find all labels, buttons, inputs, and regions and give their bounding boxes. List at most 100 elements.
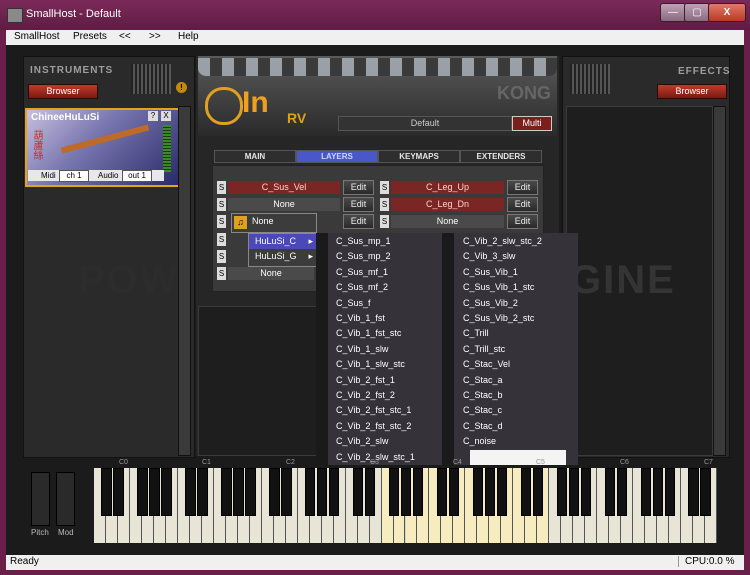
layer-solo-button[interactable]: S	[380, 181, 389, 194]
black-key[interactable]	[101, 468, 112, 516]
layer-solo-button[interactable]: S	[217, 233, 226, 246]
layer-edit-button[interactable]: Edit	[507, 180, 538, 195]
layer-dropdown-header[interactable]: ♫ None	[231, 213, 317, 233]
black-key[interactable]	[185, 468, 196, 516]
sample-list-item[interactable]: C_Stac_b	[463, 390, 503, 400]
multi-button[interactable]: Multi	[512, 116, 552, 131]
close-button[interactable]: X	[708, 3, 746, 22]
sample-list-item[interactable]: C_Vib_1_fst_stc	[336, 328, 401, 338]
slot-close-button[interactable]: X	[161, 111, 171, 121]
sample-list-item[interactable]: C_Vib_2_fst_1	[336, 375, 395, 385]
black-key[interactable]	[568, 468, 580, 516]
tab-keymaps[interactable]: KEYMAPS	[378, 150, 460, 163]
sample-list-item[interactable]: C_Sus_mp_1	[336, 236, 391, 246]
sample-list-item[interactable]: C_Sus_f	[336, 298, 371, 308]
layer-solo-button[interactable]: S	[217, 181, 226, 194]
black-key[interactable]	[149, 468, 160, 516]
submenu-item-hulusi-c[interactable]: HuLuSi_C ▸	[249, 234, 317, 249]
black-key[interactable]	[269, 468, 280, 516]
layer-slot[interactable]: C_Leg_Up	[391, 181, 504, 194]
sample-list-item[interactable]: C_Sus_mf_2	[336, 282, 388, 292]
black-key[interactable]	[137, 468, 148, 516]
black-key[interactable]	[652, 468, 663, 516]
audio-output-select[interactable]: out 1	[122, 170, 152, 182]
menu-smallhost[interactable]: SmallHost	[14, 31, 60, 42]
pitch-wheel[interactable]	[31, 472, 50, 526]
black-key[interactable]	[520, 468, 532, 516]
layer-solo-button[interactable]: S	[380, 198, 389, 211]
effects-scrollbar[interactable]	[713, 106, 726, 456]
sample-list-item[interactable]: C_noise	[463, 436, 496, 446]
black-key[interactable]	[161, 468, 172, 516]
instruments-scrollbar[interactable]	[178, 106, 191, 456]
layer-edit-button[interactable]: Edit	[343, 214, 374, 229]
sample-list-item[interactable]: C_Sus_Vib_1	[463, 267, 518, 277]
sample-list-item[interactable]: C_Vib_2_fst_stc_2	[336, 421, 411, 431]
maximize-button[interactable]: ▢	[684, 3, 710, 22]
black-key[interactable]	[436, 468, 448, 516]
black-key[interactable]	[496, 468, 508, 516]
submenu-item-hulusi-g[interactable]: HuLuSi_G ▸	[249, 249, 317, 264]
sample-list-item[interactable]: C_Stac_a	[463, 375, 503, 385]
black-key[interactable]	[113, 468, 124, 516]
minimize-button[interactable]: —	[660, 3, 686, 22]
sample-list-item[interactable]: C_Sus_mp_2	[336, 251, 391, 261]
sample-list-item[interactable]: C_Vib_2_fst_2	[336, 390, 395, 400]
black-key[interactable]	[700, 468, 711, 516]
sample-list-item[interactable]: C_Vib_1_fst	[336, 313, 385, 323]
sample-list-item[interactable]: C_Sus_Vib_2	[463, 298, 518, 308]
black-key[interactable]	[317, 468, 328, 516]
layer-slot[interactable]: None	[228, 198, 340, 211]
menu-next[interactable]: >>	[149, 31, 161, 42]
black-key[interactable]	[388, 468, 400, 516]
layer-solo-button[interactable]: S	[217, 215, 226, 228]
black-key[interactable]	[233, 468, 244, 516]
sample-list-item[interactable]: C_Sus_Vib_1_stc	[463, 282, 534, 292]
effects-browser-button[interactable]: Browser	[657, 84, 727, 99]
black-key[interactable]	[556, 468, 568, 516]
mod-wheel[interactable]	[56, 472, 75, 526]
layer-slot[interactable]: C_Leg_Dn	[391, 198, 504, 211]
sample-list-item[interactable]: C_Sus_mf_1	[336, 267, 388, 277]
black-key[interactable]	[221, 468, 232, 516]
menu-prev[interactable]: <<	[119, 31, 131, 42]
layer-slot[interactable]: C_Sus_Vel	[228, 181, 340, 194]
black-key[interactable]	[400, 468, 412, 516]
layer-edit-button[interactable]: Edit	[343, 197, 374, 212]
slot-help-button[interactable]: ?	[148, 111, 158, 121]
black-key[interactable]	[472, 468, 484, 516]
black-key[interactable]	[688, 468, 699, 516]
black-key[interactable]	[305, 468, 316, 516]
black-key[interactable]	[245, 468, 256, 516]
tab-main[interactable]: MAIN	[214, 150, 296, 163]
sample-list-item[interactable]: C_Vib_3_slw	[463, 251, 515, 261]
black-key[interactable]	[664, 468, 675, 516]
sample-list-item[interactable]: C_Trill_stc	[463, 344, 505, 354]
black-key[interactable]	[532, 468, 544, 516]
tab-layers[interactable]: LAYERS	[296, 150, 378, 163]
black-key[interactable]	[197, 468, 208, 516]
sample-list-item[interactable]: C_Vib_2_slw_stc_2	[463, 236, 542, 246]
sample-list-item[interactable]: C_Vib_2_slw	[336, 436, 388, 446]
black-key[interactable]	[281, 468, 292, 516]
sample-list-item[interactable]: C_Vib_2_fst_stc_1	[336, 405, 411, 415]
layer-slot[interactable]: None	[228, 267, 314, 280]
black-key[interactable]	[580, 468, 592, 516]
black-key[interactable]	[412, 468, 424, 516]
layer-solo-button[interactable]: S	[217, 198, 226, 211]
sample-list-item[interactable]: C_Vib_1_slw	[336, 344, 388, 354]
preset-display[interactable]: Default	[338, 116, 512, 131]
layer-edit-button[interactable]: Edit	[343, 180, 374, 195]
sample-list-item[interactable]: C_Vib_1_slw_stc	[336, 359, 405, 369]
sample-list-item[interactable]: C_Stac_c	[463, 405, 502, 415]
layer-solo-button[interactable]: S	[217, 267, 226, 280]
black-key[interactable]	[640, 468, 651, 516]
layer-edit-button[interactable]: Edit	[507, 197, 538, 212]
sample-list-item[interactable]: C_Stac_Vel	[463, 359, 510, 369]
instruments-browser-button[interactable]: Browser	[28, 84, 98, 99]
black-key[interactable]	[484, 468, 496, 516]
black-key[interactable]	[365, 468, 376, 516]
layer-edit-button[interactable]: Edit	[507, 214, 538, 229]
menu-help[interactable]: Help	[178, 31, 199, 42]
piano-keyboard[interactable]	[94, 468, 717, 543]
